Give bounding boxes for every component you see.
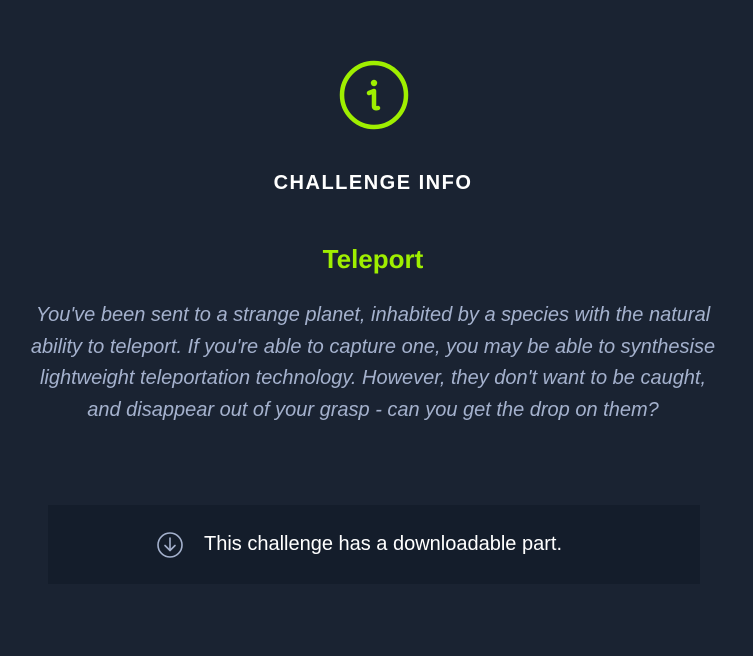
modal-heading: CHALLENGE INFO (273, 172, 473, 194)
download-notice: This challenge has a downloadable part. (48, 505, 700, 584)
download-circle-icon (157, 531, 183, 558)
download-notice-text: This challenge has a downloadable part. (203, 533, 563, 555)
challenge-name: Teleport (322, 244, 424, 274)
challenge-info-modal: CHALLENGE INFO Teleport You've been sent… (0, 0, 753, 656)
challenge-description: You've been sent to a strange planet, in… (30, 304, 716, 421)
info-circle-icon (339, 60, 409, 130)
